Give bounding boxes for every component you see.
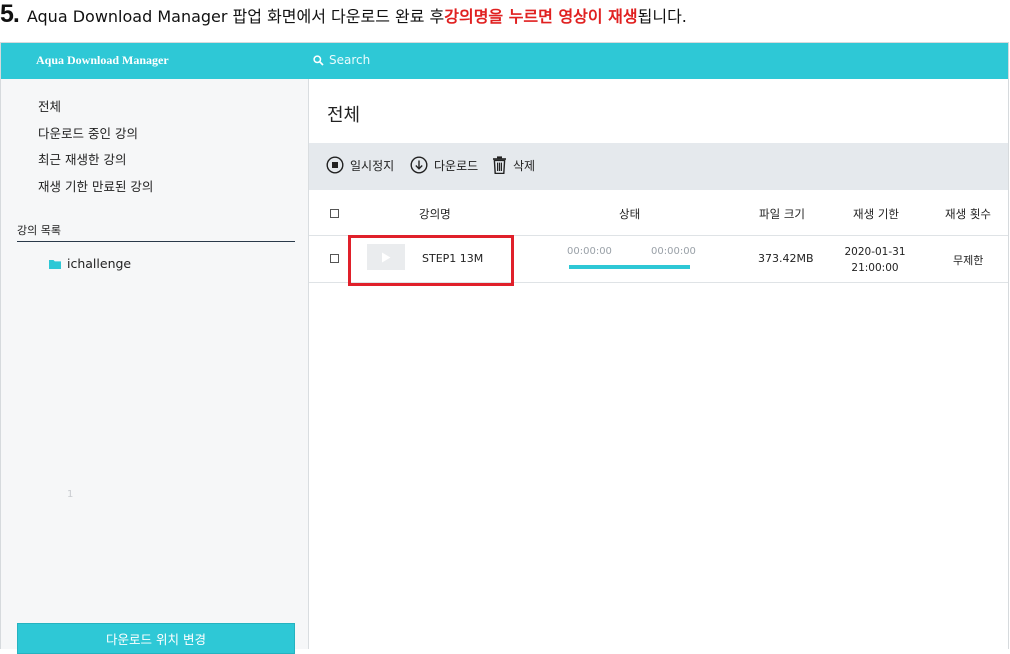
delete-label: 삭제 — [513, 158, 536, 173]
main-panel: 전체 일시정지 다운로드 삭제 강의명 상태 파일 크기 재생 기한 재생 횟수… — [309, 79, 1008, 649]
instruction-text: Aqua Download Manager 팝업 화면에서 다운로드 완료 후 — [26, 7, 445, 26]
faint-mark: 1 — [67, 489, 74, 500]
video-thumbnail[interactable] — [367, 244, 405, 270]
download-label: 다운로드 — [434, 158, 479, 173]
play-icon — [382, 252, 391, 262]
download-button[interactable]: 다운로드 — [410, 156, 478, 174]
elapsed-time: 00:00:00 — [567, 246, 612, 257]
folder-icon — [49, 259, 61, 269]
search-placeholder: Search — [329, 53, 371, 67]
sidebar-item-all[interactable]: 전체 — [38, 99, 153, 126]
app-window: Aqua Download Manager Search 전체 다운로드 중인 … — [0, 42, 1009, 654]
total-time: 00:00:00 — [651, 246, 696, 257]
section-divider — [17, 241, 295, 242]
column-header-status[interactable]: 상태 — [619, 206, 640, 222]
page-title: 전체 — [327, 105, 361, 126]
expiry-date: 2020-01-31 — [844, 246, 906, 258]
folder-label: ichallenge — [67, 256, 132, 271]
toolbar: 일시정지 다운로드 삭제 — [309, 143, 1008, 190]
download-circle-icon — [410, 156, 428, 174]
row-checkbox[interactable] — [330, 254, 339, 263]
instruction-text-end: 됩니다. — [637, 7, 687, 26]
delete-button[interactable]: 삭제 — [492, 156, 535, 174]
sidebar-item-expired[interactable]: 재생 기한 만료된 강의 — [38, 179, 153, 206]
search-input[interactable]: Search — [313, 53, 370, 67]
expiry-time: 21:00:00 — [851, 262, 899, 274]
pause-circle-icon — [326, 156, 344, 174]
instruction-banner: 5. Aqua Download Manager 팝업 화면에서 다운로드 완료… — [0, 0, 687, 28]
expiry-datetime: 2020-01-31 21:00:00 — [839, 244, 911, 276]
course-name[interactable]: STEP1 13M — [422, 252, 483, 265]
sidebar: 전체 다운로드 중인 강의 최근 재생한 강의 재생 기한 만료된 강의 강의 … — [1, 79, 309, 654]
download-progress-bar — [569, 265, 690, 269]
column-header-expiry[interactable]: 재생 기한 — [853, 206, 899, 222]
step-number: 5. — [0, 0, 20, 28]
trash-icon — [493, 156, 506, 174]
sidebar-nav: 전체 다운로드 중인 강의 최근 재생한 강의 재생 기한 만료된 강의 — [38, 99, 153, 205]
table-header: 강의명 상태 파일 크기 재생 기한 재생 횟수 — [309, 197, 1008, 236]
pause-button[interactable]: 일시정지 — [326, 156, 394, 174]
column-header-size[interactable]: 파일 크기 — [759, 206, 805, 222]
change-download-location-button[interactable]: 다운로드 위치 변경 — [17, 623, 295, 654]
sidebar-item-recent[interactable]: 최근 재생한 강의 — [38, 152, 153, 179]
table-row[interactable]: STEP1 13M 00:00:00 00:00:00 373.42MB 202… — [309, 236, 1008, 283]
instruction-highlight: 강의명을 누르면 영상이 재생 — [444, 7, 638, 26]
column-header-course[interactable]: 강의명 — [419, 206, 451, 222]
app-title: Aqua Download Manager — [36, 53, 169, 67]
pause-label: 일시정지 — [350, 158, 395, 173]
top-bar: Aqua Download Manager Search — [1, 43, 1008, 79]
download-progress-fill — [569, 265, 690, 269]
course-list-title: 강의 목록 — [17, 224, 61, 237]
file-size: 373.42MB — [758, 252, 814, 265]
sidebar-item-downloading[interactable]: 다운로드 중인 강의 — [38, 126, 153, 153]
folder-item-ichallenge[interactable]: ichallenge — [49, 256, 131, 271]
select-all-checkbox[interactable] — [330, 209, 339, 218]
play-count: 무제한 — [953, 254, 984, 267]
column-header-play-count[interactable]: 재생 횟수 — [945, 206, 991, 222]
search-icon — [313, 54, 324, 66]
